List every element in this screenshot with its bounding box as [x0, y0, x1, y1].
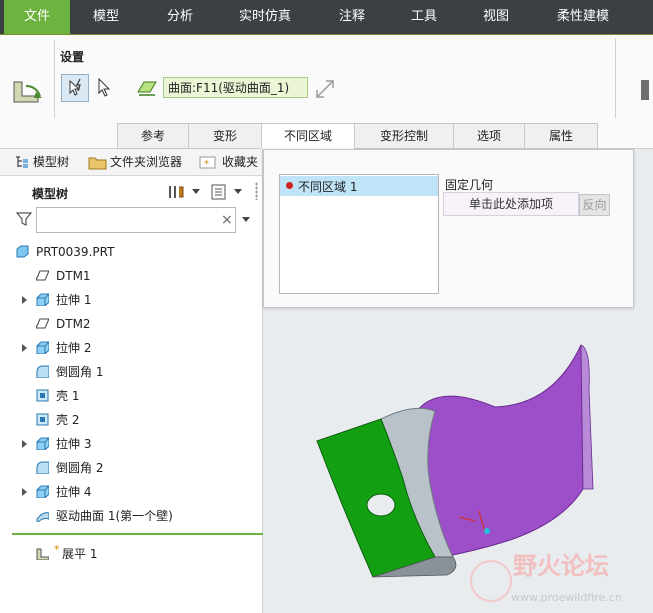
tab-deform-control[interactable]: 变形控制 — [354, 123, 454, 149]
navigator-panel: 模型树 文件夹浏览器 * 收藏夹 模型树 × PRT0039.PRT DTM1 — [0, 149, 280, 613]
menu-annotate[interactable]: 注释 — [316, 0, 388, 34]
csys-origin — [484, 528, 490, 534]
expand-arrow-icon[interactable] — [22, 296, 27, 304]
purple-edge — [580, 344, 594, 490]
tab-properties[interactable]: 属性 — [524, 123, 598, 149]
chevron-down-icon[interactable] — [192, 189, 200, 195]
datum-plane-icon — [36, 318, 49, 329]
extrude-icon — [36, 485, 49, 498]
tree-item-label: 拉伸 3 — [56, 437, 92, 451]
tab-references[interactable]: 参考 — [117, 123, 189, 149]
tree-item-label: 展平 1 — [62, 547, 98, 561]
expand-arrow-icon[interactable] — [22, 344, 27, 352]
flatten-feature-icon — [13, 81, 42, 103]
clear-search-icon[interactable]: × — [221, 212, 233, 228]
tab-favorites[interactable]: 收藏夹 — [222, 149, 258, 175]
extrude-icon — [36, 341, 49, 354]
tree-settings-icon[interactable] — [167, 183, 187, 201]
flatten-icon — [36, 548, 49, 560]
new-feature-marker: * — [54, 543, 60, 556]
part-icon — [16, 245, 29, 258]
insert-indicator[interactable] — [12, 533, 280, 535]
model-tree-title: 模型树 — [32, 187, 69, 201]
folder-browser-icon — [88, 157, 107, 170]
different-regions-panel: 不同区域 1 固定几何 单击此处添加项 反向 — [263, 149, 634, 308]
extrude-icon — [36, 293, 49, 306]
tree-item-label: DTM1 — [56, 269, 91, 283]
reverse-button[interactable]: 反向 — [579, 194, 610, 216]
extrude-icon — [36, 437, 49, 450]
ribbon-separator — [54, 40, 55, 118]
menu-analysis[interactable]: 分析 — [144, 0, 216, 34]
tree-item-label: 倒圆角 1 — [56, 365, 104, 379]
menu-view[interactable]: 视图 — [460, 0, 532, 34]
tree-item-label: DTM2 — [56, 317, 91, 331]
round-icon — [36, 461, 49, 474]
tree-item-label: 拉伸 4 — [56, 485, 92, 499]
expand-arrow-icon[interactable] — [22, 488, 27, 496]
shell-icon — [36, 389, 49, 402]
tree-item-label: 壳 2 — [56, 413, 80, 427]
shell-icon — [36, 413, 49, 426]
driving-surface-icon — [36, 512, 49, 522]
fixed-geometry-label: 固定几何 — [445, 178, 494, 192]
ribbon-group-label: 设置 — [60, 50, 85, 64]
svg-text:*: * — [204, 159, 209, 170]
filter-icon[interactable] — [16, 211, 32, 227]
tree-search-input[interactable] — [36, 207, 236, 233]
region-status-dot-icon — [286, 182, 293, 189]
tree-item-label: 驱动曲面 1(第一个壁) — [56, 509, 173, 523]
tab-deform[interactable]: 变形 — [188, 123, 262, 149]
model-tree-icon — [16, 156, 28, 168]
menu-tools[interactable]: 工具 — [388, 0, 460, 34]
tree-item-label: 拉伸 2 — [56, 341, 92, 355]
regions-list[interactable]: 不同区域 1 — [279, 174, 439, 294]
cursor-select-icon[interactable] — [94, 76, 114, 100]
tab-different-regions[interactable]: 不同区域 — [261, 123, 355, 149]
ribbon-scroll-handle[interactable] — [641, 80, 649, 100]
regions-list-item-selected[interactable]: 不同区域 1 — [280, 176, 438, 196]
menu-file[interactable]: 文件 — [4, 0, 70, 34]
datum-plane-icon — [36, 270, 49, 281]
surface-reference-collector[interactable]: 曲面:F11(驱动曲面_1) — [163, 77, 308, 98]
show-columns-icon[interactable] — [210, 183, 228, 201]
tab-model-tree[interactable]: 模型树 — [33, 149, 69, 175]
menu-realtime-sim[interactable]: 实时仿真 — [224, 0, 306, 34]
chevron-down-icon[interactable] — [242, 217, 250, 223]
tree-item-label: 壳 1 — [56, 389, 80, 403]
tree-item-label: 拉伸 1 — [56, 293, 92, 307]
tree-item-label: PRT0039.PRT — [36, 245, 115, 259]
cursor-lightning-icon — [69, 78, 81, 96]
round-icon — [36, 365, 49, 378]
watermark-logo — [470, 560, 512, 602]
region-label: 不同区域 1 — [298, 180, 358, 194]
watermark-url: www.proewildfire.cn — [511, 591, 622, 604]
tab-options[interactable]: 选项 — [453, 123, 525, 149]
smart-select-button[interactable] — [61, 74, 89, 102]
menu-model[interactable]: 模型 — [70, 0, 142, 34]
ribbon-separator — [615, 38, 616, 118]
surface-icon — [137, 81, 157, 96]
menu-flexible-modeling[interactable]: 柔性建模 — [540, 0, 626, 34]
flip-direction-icon[interactable] — [314, 78, 336, 100]
expand-arrow-icon[interactable] — [22, 440, 27, 448]
tab-folder-browser[interactable]: 文件夹浏览器 — [110, 149, 182, 175]
tree-item-label: 倒圆角 2 — [56, 461, 104, 475]
menu-bar: 文件 模型 分析 实时仿真 注释 工具 视图 柔性建模 — [0, 0, 653, 35]
flange-hole — [366, 493, 396, 517]
favorites-icon: * — [199, 156, 216, 170]
watermark-title: 野火论坛 — [513, 552, 609, 580]
panel-grip[interactable] — [255, 182, 258, 200]
fixed-geometry-collector[interactable]: 单击此处添加项 — [443, 192, 579, 216]
chevron-down-icon[interactable] — [234, 189, 242, 195]
